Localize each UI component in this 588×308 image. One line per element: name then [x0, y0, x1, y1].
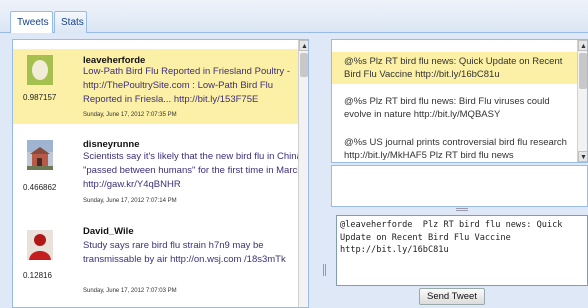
tweet-list-scrollbar[interactable]: ▲	[298, 40, 308, 307]
horizontal-splitter[interactable]	[331, 207, 588, 212]
tweet-username[interactable]: disneyrunne	[83, 139, 140, 150]
preview-panel	[331, 165, 588, 207]
send-tweet-button[interactable]: Send Tweet	[419, 288, 485, 305]
tweet-score: 0.987157	[23, 93, 57, 102]
house-photo-avatar-icon	[27, 140, 53, 170]
scroll-down-arrow-icon[interactable]: ▼	[578, 151, 587, 162]
splitter-grip-icon[interactable]	[456, 208, 468, 211]
suggestion-list-scrollbar[interactable]: ▲ ▼	[577, 40, 587, 162]
scroll-up-arrow-icon[interactable]: ▲	[299, 40, 308, 51]
tweet-text: Low-Path Bird Flu Reported in Friesland …	[83, 66, 290, 106]
tweet-item-selected[interactable]: 0.987157 leaveherforde Low-Path Bird Flu…	[13, 49, 308, 124]
tweet-item[interactable]: 0.466862 disneyrunne Scientists say it's…	[13, 132, 308, 207]
tweet-date: Sunday, June 17, 2012 7:07:03 PM	[83, 288, 177, 294]
scroll-thumb[interactable]	[579, 53, 587, 89]
scroll-thumb[interactable]	[300, 53, 308, 77]
tab-stats[interactable]: Stats	[54, 11, 87, 33]
suggestion-item-selected[interactable]: @%s Plz RT bird flu news: Quick Update o…	[332, 52, 577, 84]
tweet-date: Sunday, June 17, 2012 7:07:14 PM	[83, 198, 177, 204]
suggestion-item[interactable]: @%s Plz RT bird flu news: Bird Flu virus…	[332, 95, 577, 123]
tab-tweets[interactable]: Tweets	[10, 11, 53, 34]
scroll-up-arrow-icon[interactable]: ▲	[578, 40, 587, 51]
tweet-score: 0.466862	[23, 183, 57, 192]
tweet-date: Sunday, June 17, 2012 7:07:35 PM	[83, 112, 177, 118]
vertical-splitter[interactable]	[320, 39, 329, 308]
tab-bar: Tweets Stats	[0, 0, 588, 34]
egg-avatar-icon	[27, 55, 53, 85]
tweet-compose-textarea[interactable]: @leaveherforde Plz RT bird flu news: Qui…	[336, 215, 588, 286]
suggestion-item[interactable]: @%s US journal prints controversial bird…	[332, 136, 577, 162]
tweet-item[interactable]: 0.12816 David_Wile Study says rare bird …	[13, 216, 308, 306]
tweet-text: Study says rare bird flu strain h7n9 may…	[83, 240, 286, 266]
tweet-username[interactable]: David_Wile	[83, 226, 134, 237]
tweet-text: Scientists say it's likely that the new …	[83, 151, 306, 191]
tweet-list[interactable]: 0.987157 leaveherforde Low-Path Bird Flu…	[12, 39, 309, 308]
suggestion-list[interactable]: @%s Plz RT bird flu news: Quick Update o…	[331, 39, 588, 163]
splitter-grip-icon[interactable]	[323, 264, 326, 276]
red-person-avatar-icon	[27, 230, 53, 260]
tweet-score: 0.12816	[23, 271, 52, 280]
